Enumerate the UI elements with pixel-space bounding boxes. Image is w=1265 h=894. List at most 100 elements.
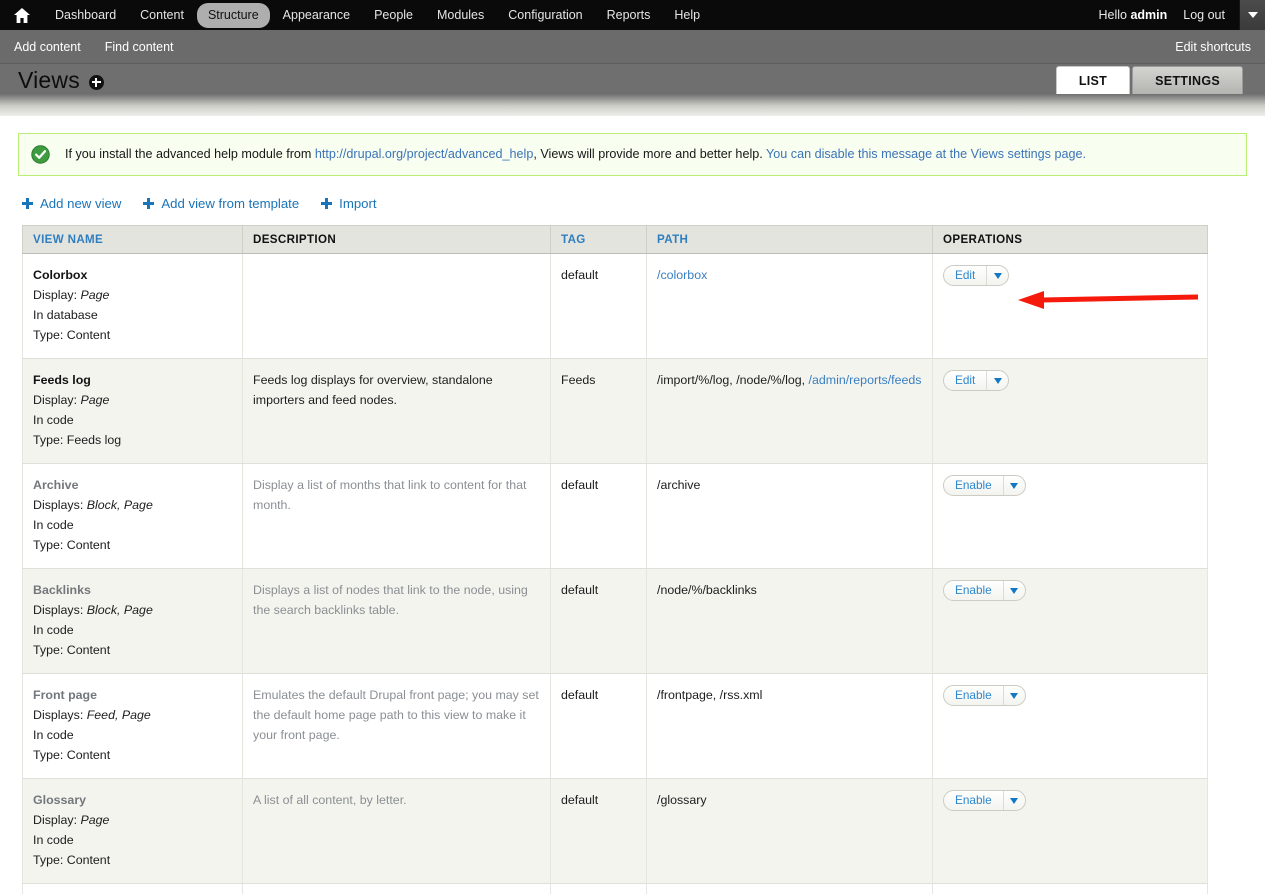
cell-view-name: Recent commentsDisplays: Block, Page: [22, 883, 243, 894]
toolbar-item-configuration[interactable]: Configuration: [497, 3, 593, 28]
plus-circle-icon[interactable]: [88, 74, 104, 90]
cell-operations: Edit: [932, 358, 1208, 464]
view-meta: In code: [33, 728, 74, 742]
operation-label: Enable: [955, 793, 992, 807]
tab-settings[interactable]: SETTINGS: [1132, 66, 1243, 94]
chevron-down-icon[interactable]: [986, 371, 1008, 390]
cell-description: Feeds log displays for overview, standal…: [242, 358, 551, 464]
cell-description: A list of all content, by letter.: [242, 778, 551, 884]
chevron-down-icon[interactable]: [1239, 0, 1265, 30]
cell-view-name: Backlinks Displays: Block, Page In code Typ…: [22, 568, 243, 674]
toolbar-item-people[interactable]: People: [363, 3, 424, 28]
chevron-down-icon[interactable]: [986, 266, 1008, 285]
operations-wrap: Edit: [943, 265, 1197, 286]
cell-path: /import/%/log, /node/%/log, /admin/repor…: [646, 358, 933, 464]
enable-button[interactable]: Enable: [943, 685, 1026, 706]
user-name: admin: [1130, 8, 1168, 22]
edit-button[interactable]: Edit: [943, 370, 1010, 391]
chevron-down-icon[interactable]: [1002, 686, 1025, 705]
logout-link[interactable]: Log out: [1179, 8, 1239, 22]
column-header-tag[interactable]: TAG: [550, 225, 647, 254]
cell-operations: Enable: [932, 673, 1208, 779]
page-header: Views LIST SETTINGS: [0, 64, 1265, 94]
column-header-path[interactable]: PATH: [646, 225, 933, 254]
edit-shortcuts-link[interactable]: Edit shortcuts: [1175, 40, 1251, 54]
toolbar-item-content[interactable]: Content: [129, 3, 195, 28]
operations-wrap: Enable: [943, 685, 1197, 706]
edit-button[interactable]: Edit: [943, 265, 1010, 286]
operations-wrap: Enable: [943, 475, 1197, 496]
operation-label: Enable: [955, 688, 992, 702]
admin-toolbar: Dashboard Content Structure Appearance P…: [0, 0, 1265, 30]
header-gradient: [0, 94, 1265, 116]
chevron-down-icon[interactable]: [1002, 581, 1025, 600]
view-meta: Display: Page: [33, 288, 110, 302]
view-name: Front page: [33, 688, 98, 702]
cell-description: Display a list of months that link to co…: [242, 463, 551, 569]
enable-button[interactable]: Enable: [943, 790, 1026, 811]
path-text: /glossary: [657, 793, 707, 807]
plus-icon: [143, 198, 155, 209]
page-title-wrap: Views: [18, 64, 104, 94]
cell-tag: default: [550, 463, 647, 569]
import-link[interactable]: Import: [321, 196, 377, 211]
toolbar-item-reports[interactable]: Reports: [596, 3, 662, 28]
path-text: /frontpage, /rss.xml: [657, 688, 763, 702]
advanced-help-link[interactable]: http://drupal.org/project/advanced_help: [315, 147, 533, 161]
view-meta: Type: Content: [33, 853, 111, 867]
view-meta: In code: [33, 413, 74, 427]
add-view-from-template-link[interactable]: Add view from template: [143, 196, 299, 211]
table-header-row: VIEW NAME DESCRIPTION TAG PATH OPERATION…: [22, 225, 1208, 254]
column-header-operations: OPERATIONS: [932, 225, 1208, 254]
path-link[interactable]: /colorbox: [657, 268, 707, 282]
operation-label: Edit: [955, 268, 976, 282]
view-name: Colorbox: [33, 268, 88, 282]
operations-wrap: Enable: [943, 790, 1197, 811]
views-settings-link[interactable]: You can disable this message at the View…: [766, 147, 1086, 161]
enable-button[interactable]: Enable: [943, 580, 1026, 601]
view-meta: Displays: Feed, Page: [33, 708, 151, 722]
plus-icon: [321, 198, 333, 209]
view-meta: In code: [33, 623, 74, 637]
tab-list[interactable]: LIST: [1055, 66, 1131, 94]
cell-operations: Edit: [932, 253, 1208, 359]
add-new-view-link[interactable]: Add new view: [22, 196, 121, 211]
toolbar-item-help[interactable]: Help: [663, 3, 711, 28]
add-new-view-label: Add new view: [40, 196, 122, 211]
toolbar-item-appearance[interactable]: Appearance: [272, 3, 361, 28]
path-link[interactable]: /admin/reports/feeds: [809, 373, 922, 387]
path-text: /import/%/log, /node/%/log,: [657, 373, 809, 387]
operations-wrap: Enable: [943, 580, 1197, 601]
cell-tag: default: [550, 883, 647, 894]
view-description: A list of all content, by letter.: [253, 793, 407, 807]
column-header-view-name[interactable]: VIEW NAME: [22, 225, 243, 254]
views-table-body: Colorbox Display: Page In database Type: Co…: [22, 253, 1208, 894]
shortcut-find-content[interactable]: Find content: [91, 40, 184, 54]
cell-view-name: Feeds log Display: Page In code Type: Feeds…: [22, 358, 243, 464]
toolbar-item-modules[interactable]: Modules: [426, 3, 495, 28]
cell-view-name: Front page Displays: Feed, Page In code Typ…: [22, 673, 243, 779]
chevron-down-icon[interactable]: [1002, 476, 1025, 495]
view-name: Archive: [33, 478, 79, 492]
status-message: If you install the advanced help module …: [18, 133, 1247, 176]
cell-operations: Enable: [932, 568, 1208, 674]
views-table: VIEW NAME DESCRIPTION TAG PATH OPERATION…: [22, 225, 1208, 894]
cell-description: Contains a block and a page to list rece…: [242, 883, 551, 894]
toolbar-item-dashboard[interactable]: Dashboard: [44, 3, 127, 28]
cell-tag: default: [550, 778, 647, 884]
toolbar-item-structure[interactable]: Structure: [196, 2, 270, 28]
chevron-down-icon[interactable]: [1002, 791, 1025, 810]
plus-icon: [22, 198, 33, 209]
cell-path: /glossary: [646, 778, 933, 884]
view-description: Emulates the default Drupal front page; …: [253, 688, 539, 742]
view-meta: In database: [33, 308, 98, 322]
action-links: Add new view Add view from template Impo…: [22, 196, 1265, 211]
view-meta: Type: Content: [33, 643, 111, 657]
cell-operations: Enable: [932, 778, 1208, 884]
enable-button[interactable]: Enable: [943, 475, 1026, 496]
home-icon[interactable]: [0, 0, 44, 30]
view-description: Displays a list of nodes that link to th…: [253, 583, 528, 617]
shortcut-add-content[interactable]: Add content: [0, 40, 91, 54]
status-text-before: If you install the advanced help module …: [65, 147, 315, 161]
view-name: Feeds log: [33, 373, 91, 387]
